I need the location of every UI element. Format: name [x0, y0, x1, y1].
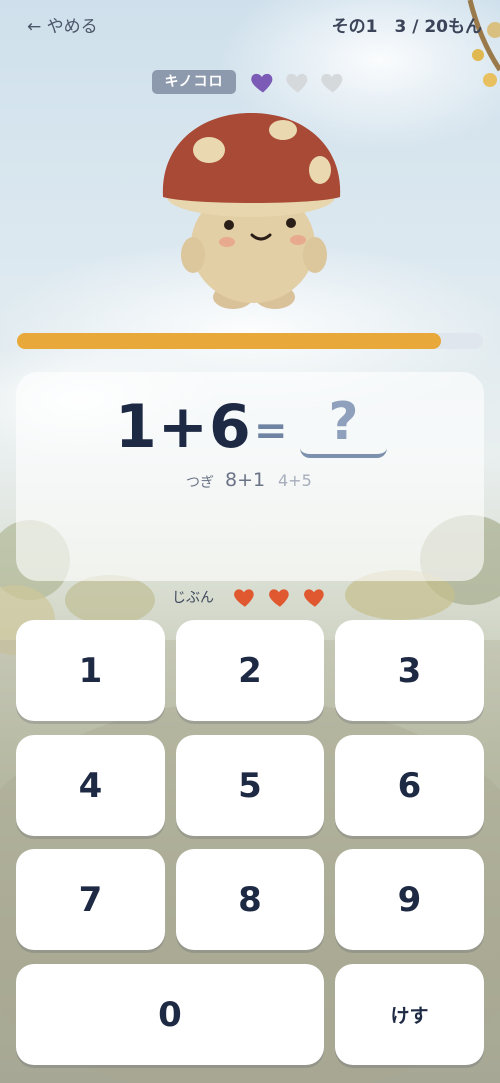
question-counter: その1 3 / 20もん [331, 17, 482, 37]
player-heart-icon [269, 589, 289, 607]
player-label: じぶん [172, 590, 214, 606]
top-bar: ← やめる その1 3 / 20もん [0, 0, 500, 48]
player-heart-icon [234, 589, 254, 607]
progress-bar [17, 333, 483, 349]
answer-field[interactable]: ? [300, 392, 387, 458]
key-7[interactable]: 7 [16, 849, 165, 950]
equals-sign: = [254, 408, 288, 454]
progress-bar-fill [17, 333, 442, 349]
player-heart-icon [304, 589, 324, 607]
quit-button[interactable]: ← やめる [27, 12, 98, 37]
key-9[interactable]: 9 [335, 849, 484, 950]
key-4[interactable]: 4 [16, 735, 165, 836]
enemy-heart-empty-icon [286, 73, 308, 93]
enemy-name-badge: キノコロ [152, 70, 236, 94]
erase-button[interactable]: けす [335, 964, 484, 1065]
key-8[interactable]: 8 [176, 849, 324, 950]
next-problem-1: 8+1 [225, 469, 266, 491]
next-problem-2: 4+5 [278, 471, 312, 490]
next-label: つぎ [186, 475, 214, 491]
enemy-heart-icon [251, 73, 273, 93]
problem-text: 1+6 [115, 392, 252, 462]
mushroom-monster-image [162, 113, 341, 309]
key-5[interactable]: 5 [176, 735, 324, 836]
key-0[interactable]: 0 [16, 964, 324, 1065]
key-6[interactable]: 6 [335, 735, 484, 836]
key-1[interactable]: 1 [16, 620, 165, 721]
key-3[interactable]: 3 [335, 620, 484, 721]
enemy-status: キノコロ [0, 66, 500, 98]
player-status: じぶん [0, 582, 500, 612]
enemy-heart-empty-icon [321, 73, 343, 93]
key-2[interactable]: 2 [176, 620, 324, 721]
